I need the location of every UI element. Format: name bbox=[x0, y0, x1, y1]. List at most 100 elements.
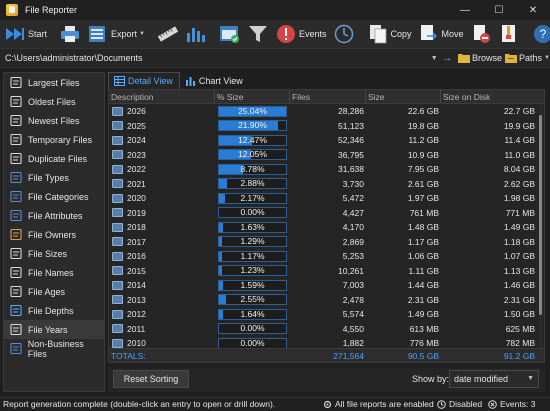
delete-button[interactable] bbox=[470, 21, 492, 47]
bar-chart-icon bbox=[185, 76, 195, 86]
row-description: 2019 bbox=[109, 208, 215, 218]
show-by-value: date modified bbox=[454, 374, 509, 384]
sidebar-item-label: File Sizes bbox=[28, 248, 68, 259]
column-header-percent-size[interactable]: % Size bbox=[215, 90, 290, 103]
table-row[interactable]: 2013 2.55% 2,478 2.31 GB 2.31 GB bbox=[109, 293, 544, 308]
schedule-button[interactable] bbox=[219, 21, 241, 47]
row-description: 2012 bbox=[109, 309, 215, 319]
table-row[interactable]: 2019 0.00% 4,427 761 MB 771 MB bbox=[109, 206, 544, 221]
tab-chart-view[interactable]: Chart View bbox=[180, 72, 249, 89]
export-button[interactable]: Export ▼ bbox=[87, 21, 145, 47]
totals-files: 271,564 bbox=[333, 350, 364, 361]
folder-icon bbox=[458, 54, 471, 63]
minimize-button[interactable]: — bbox=[448, 0, 482, 20]
table-row[interactable]: 2011 0.00% 4,550 613 MB 625 MB bbox=[109, 322, 544, 337]
row-percent-size: 1.63% bbox=[215, 221, 290, 233]
row-files: 36,795 bbox=[338, 149, 364, 160]
column-header-description[interactable]: Description bbox=[109, 90, 215, 103]
percent-bar: 0.00% bbox=[218, 207, 287, 219]
events-button[interactable]: Events bbox=[275, 21, 327, 47]
row-percent-size: 1.23% bbox=[215, 265, 290, 277]
row-size-on-disk: 771 MB bbox=[505, 207, 535, 218]
table-row[interactable]: 2018 1.63% 4,170 1.48 GB 1.49 GB bbox=[109, 220, 544, 235]
row-size-on-disk: 782 MB bbox=[505, 338, 535, 349]
column-header-files[interactable]: Files bbox=[290, 90, 366, 103]
table-row[interactable]: 2014 1.59% 7,003 1.44 GB 1.46 GB bbox=[109, 278, 544, 293]
reports-status[interactable]: All file reports are enabled bbox=[323, 399, 434, 409]
reset-sorting-button[interactable]: Reset Sorting bbox=[113, 370, 189, 388]
filter-button[interactable] bbox=[247, 21, 269, 47]
sidebar-item-label: File Depths bbox=[28, 305, 74, 316]
table-row[interactable]: 2025 21.90% 51,123 19.8 GB 19.9 GB bbox=[109, 119, 544, 134]
sidebar-item-file-names[interactable]: File Names bbox=[4, 263, 104, 282]
sidebar-item-largest-files[interactable]: Largest Files bbox=[4, 73, 104, 92]
table-row[interactable]: 2015 1.23% 10,261 1.11 GB 1.13 GB bbox=[109, 264, 544, 279]
row-files: 52,346 bbox=[338, 135, 364, 146]
sidebar-item-newest-files[interactable]: Newest Files bbox=[4, 111, 104, 130]
file-sizes-icon bbox=[9, 248, 23, 260]
percent-text: 25.04% bbox=[238, 105, 267, 116]
totals-size: 90.5 GB bbox=[407, 350, 439, 361]
percent-bar: 25.04% bbox=[218, 105, 287, 117]
sidebar-item-file-sizes[interactable]: File Sizes bbox=[4, 244, 104, 263]
percent-bar: 1.59% bbox=[218, 279, 287, 291]
sidebar-item-file-owners[interactable]: File Owners bbox=[4, 225, 104, 244]
sidebar-item-file-years[interactable]: File Years bbox=[4, 320, 104, 339]
table-row[interactable]: 2026 25.04% 28,286 22.6 GB 22.7 GB bbox=[109, 104, 544, 119]
browse-button[interactable]: Browse bbox=[458, 53, 502, 63]
table-row[interactable]: 2023 12.05% 36,795 10.9 GB 11.0 GB bbox=[109, 148, 544, 163]
sidebar-item-file-attributes[interactable]: File Attributes bbox=[4, 206, 104, 225]
scrollbar-thumb[interactable] bbox=[539, 115, 542, 315]
sidebar-item-file-depths[interactable]: File Depths bbox=[4, 301, 104, 320]
sidebar-item-non-business-files[interactable]: Non-Business Files bbox=[4, 339, 104, 359]
sidebar-item-temporary-files[interactable]: Temporary Files bbox=[4, 130, 104, 149]
table-scrollbar[interactable] bbox=[539, 105, 543, 348]
copy-button[interactable]: Copy bbox=[367, 21, 412, 47]
table-row[interactable]: 2021 2.88% 3,730 2.61 GB 2.62 GB bbox=[109, 177, 544, 192]
start-button[interactable]: Start bbox=[4, 21, 47, 47]
close-button[interactable]: ✕ bbox=[516, 0, 550, 20]
row-size: 10.9 GB bbox=[407, 149, 439, 160]
row-year: 2018 bbox=[127, 222, 146, 233]
history-button[interactable] bbox=[333, 21, 355, 47]
arrow-right-icon[interactable]: → bbox=[439, 52, 455, 64]
paths-button[interactable]: Paths ▼ bbox=[505, 53, 550, 63]
move-button[interactable]: Move bbox=[418, 21, 464, 47]
path-input[interactable]: C:\Users\administrator\Documents bbox=[4, 50, 429, 66]
row-year: 2023 bbox=[127, 149, 146, 160]
temporary-files-icon bbox=[9, 134, 23, 146]
tab-detail-view[interactable]: Detail View bbox=[108, 72, 180, 89]
measure-button[interactable] bbox=[157, 21, 179, 47]
row-files: 2,478 bbox=[342, 294, 364, 305]
help-button[interactable]: ? bbox=[532, 21, 550, 47]
column-header-size-on-disk[interactable]: Size on Disk bbox=[441, 90, 537, 103]
row-year: 2015 bbox=[127, 265, 146, 276]
row-size: 19.8 GB bbox=[407, 120, 439, 131]
table-row[interactable]: 2012 1.64% 5,574 1.49 GB 1.50 GB bbox=[109, 307, 544, 322]
table-row[interactable]: 2022 8.78% 31,638 7.95 GB 8.04 GB bbox=[109, 162, 544, 177]
disabled-status[interactable]: Disabled bbox=[437, 399, 482, 409]
events-status[interactable]: Events: 3 bbox=[488, 399, 535, 409]
row-description: 2021 bbox=[109, 179, 215, 189]
bar-chart-icon bbox=[185, 23, 207, 45]
row-year: 2013 bbox=[127, 294, 146, 305]
show-by-select[interactable]: date modified ▼ bbox=[449, 370, 539, 388]
calendar-icon bbox=[112, 309, 123, 319]
maximize-button[interactable]: ☐ bbox=[482, 0, 516, 20]
column-header-size[interactable]: Size bbox=[366, 90, 441, 103]
table-row[interactable]: 2020 2.17% 5,472 1.97 GB 1.98 GB bbox=[109, 191, 544, 206]
table-row[interactable]: 2017 1.29% 2,869 1.17 GB 1.18 GB bbox=[109, 235, 544, 250]
sidebar-item-file-ages[interactable]: File Ages bbox=[4, 282, 104, 301]
sidebar-item-file-categories[interactable]: File Categories bbox=[4, 187, 104, 206]
chevron-down-icon[interactable]: ▼ bbox=[429, 55, 439, 62]
zip-file-icon bbox=[498, 23, 520, 45]
percent-bar: 1.64% bbox=[218, 308, 287, 320]
table-row[interactable]: 2024 12.47% 52,346 11.2 GB 11.4 GB bbox=[109, 133, 544, 148]
sidebar-item-oldest-files[interactable]: Oldest Files bbox=[4, 92, 104, 111]
sidebar-item-duplicate-files[interactable]: Duplicate Files bbox=[4, 149, 104, 168]
table-row[interactable]: 2016 1.17% 5,253 1.06 GB 1.07 GB bbox=[109, 249, 544, 264]
archive-button[interactable] bbox=[498, 21, 520, 47]
print-button[interactable] bbox=[59, 21, 81, 47]
chart-button[interactable] bbox=[185, 21, 207, 47]
sidebar-item-file-types[interactable]: File Types bbox=[4, 168, 104, 187]
